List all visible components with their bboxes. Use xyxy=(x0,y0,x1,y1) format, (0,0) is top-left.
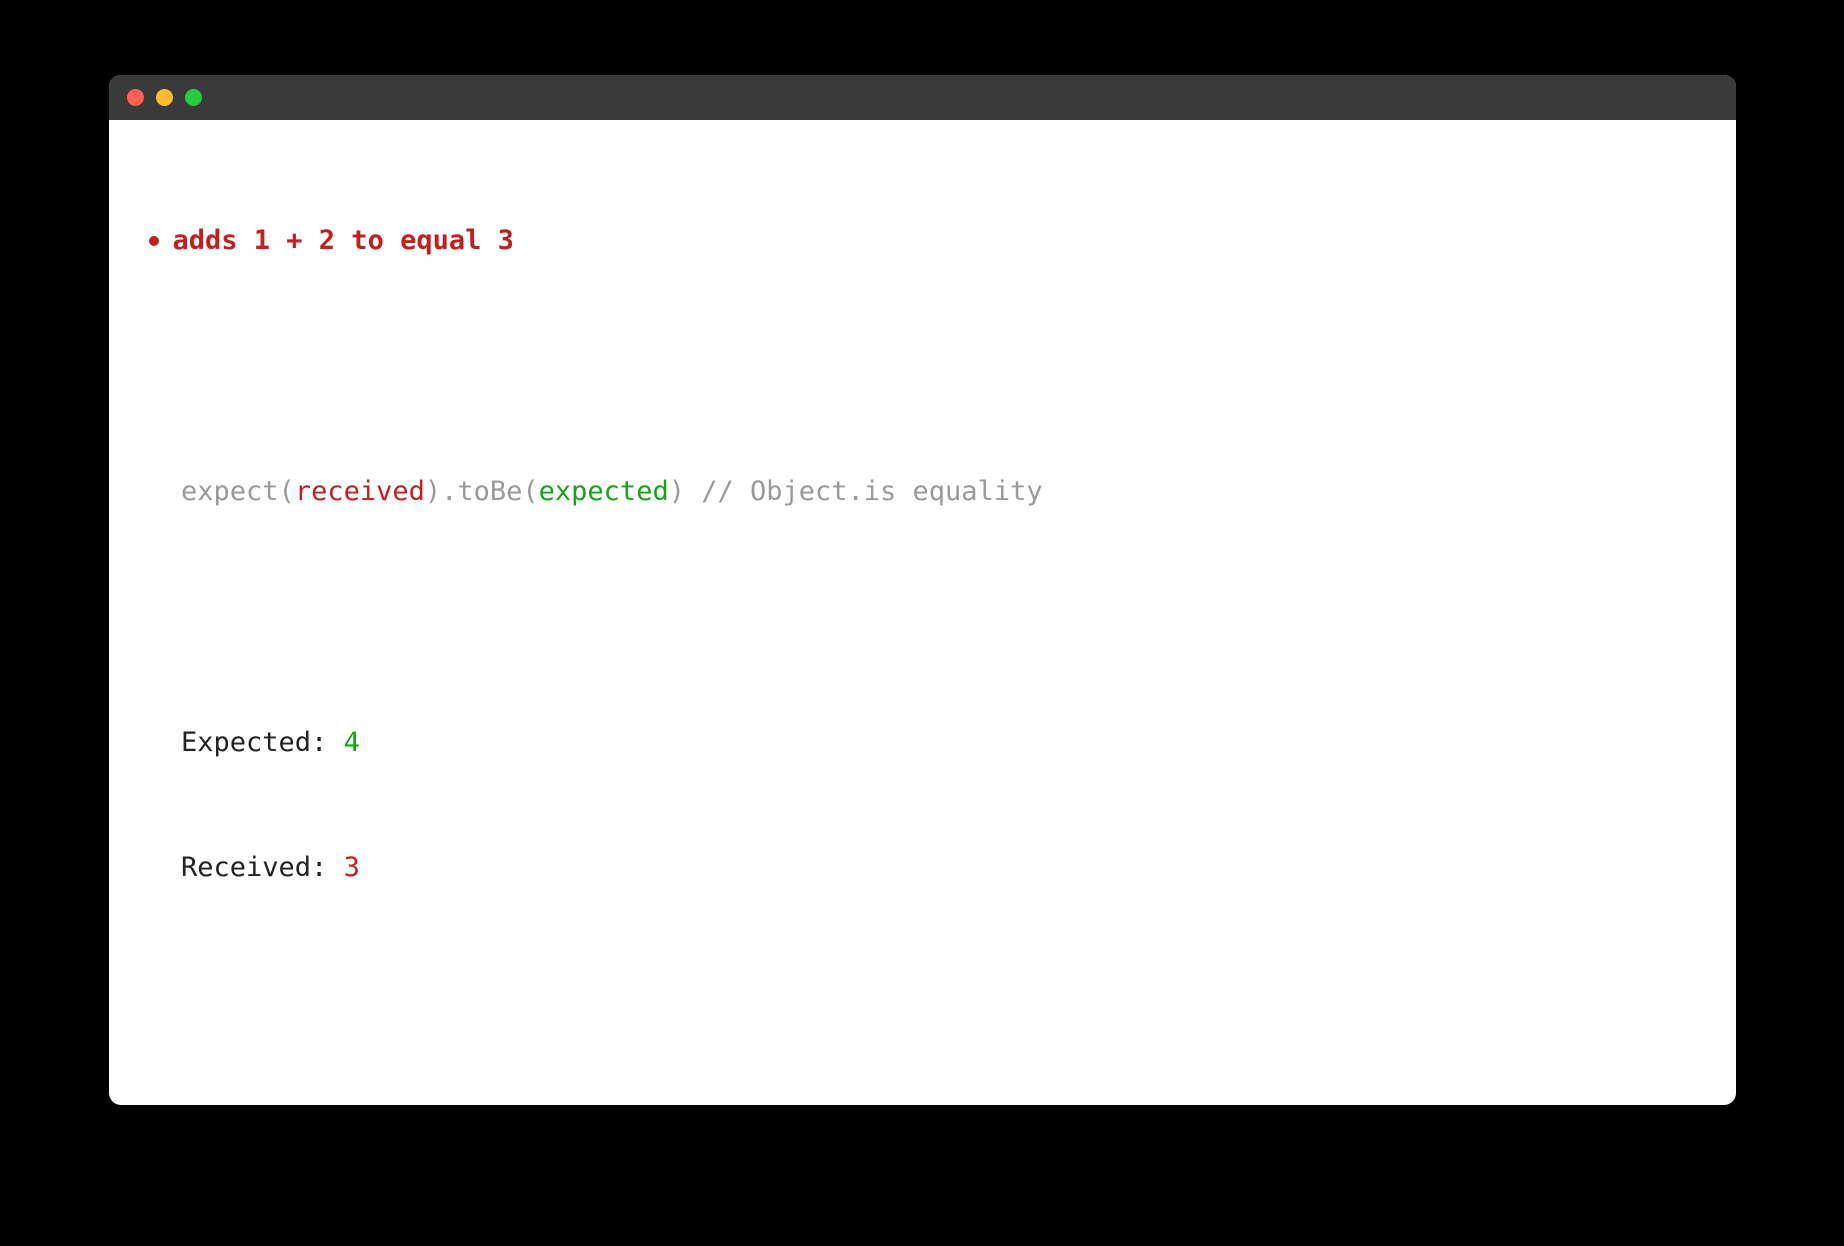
comment: // Object.is equality xyxy=(701,476,1042,507)
expected-value: 4 xyxy=(344,727,360,758)
code-line-4: 4 | xyxy=(149,1098,1696,1105)
received-param: received xyxy=(295,476,425,507)
blank-line xyxy=(149,973,1696,1015)
code-body xyxy=(262,1103,278,1105)
maximize-icon[interactable] xyxy=(185,89,202,106)
close-paren: ) xyxy=(669,476,702,507)
terminal-output: adds 1 + 2 to equal 3 expect(received).t… xyxy=(109,120,1736,1105)
expect-text: expect( xyxy=(181,476,295,507)
blank-line xyxy=(149,596,1696,638)
gutter: 4 | xyxy=(181,1103,262,1105)
received-line: Received: 3 xyxy=(149,847,1696,889)
window-titlebar xyxy=(109,75,1736,120)
expected-line: Expected: 4 xyxy=(149,722,1696,764)
matcher-line: expect(received).toBe(expected) // Objec… xyxy=(149,471,1696,513)
test-title: adds 1 + 2 to equal 3 xyxy=(173,220,514,262)
tobe-text: ).toBe( xyxy=(425,476,539,507)
minimize-icon[interactable] xyxy=(156,89,173,106)
blank-line xyxy=(149,345,1696,387)
test-title-row: adds 1 + 2 to equal 3 xyxy=(149,220,1696,262)
expected-label: Expected: xyxy=(181,727,344,758)
expected-param: expected xyxy=(539,476,669,507)
bullet-icon xyxy=(149,236,159,246)
close-icon[interactable] xyxy=(127,89,144,106)
terminal-window: adds 1 + 2 to equal 3 expect(received).t… xyxy=(109,75,1736,1105)
received-value: 3 xyxy=(344,852,360,883)
received-label: Received: xyxy=(181,852,344,883)
